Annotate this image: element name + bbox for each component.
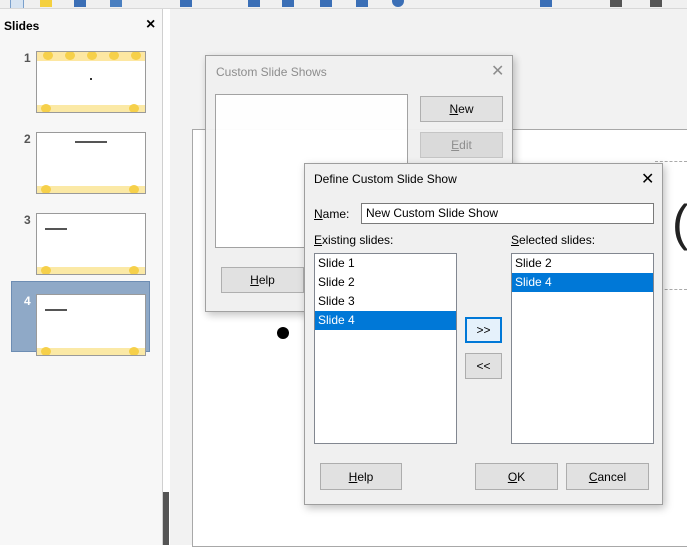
- honeycomb-border-top: [37, 52, 145, 61]
- shape-icon[interactable]: [356, 0, 368, 7]
- list-item[interactable]: Slide 4: [512, 273, 653, 292]
- ok-button[interactable]: OK: [475, 463, 558, 490]
- list-item[interactable]: Slide 3: [315, 292, 456, 311]
- circle-icon[interactable]: [392, 0, 404, 7]
- help-button[interactable]: Help: [221, 267, 304, 293]
- remove-slide-button[interactable]: <<: [465, 353, 502, 379]
- slides-pane-title: Slides: [4, 19, 40, 33]
- close-icon[interactable]: ✕: [491, 61, 504, 81]
- define-custom-slide-show-dialog: Define Custom Slide Show ✕ Name: New Cus…: [304, 163, 663, 505]
- honeycomb-border-bottom: [37, 104, 145, 112]
- slide-text-line: [45, 309, 67, 311]
- selected-slides-label: Selected slides:: [511, 233, 596, 247]
- paint-icon[interactable]: [40, 0, 52, 7]
- list-item[interactable]: Slide 2: [315, 273, 456, 292]
- table-icon[interactable]: [74, 0, 86, 7]
- more-icon[interactable]: [650, 0, 662, 7]
- existing-slides-label: Existing slides:: [314, 233, 394, 247]
- slide-thumbnail-2[interactable]: [36, 132, 146, 194]
- existing-slides-list[interactable]: Slide 1 Slide 2 Slide 3 Slide 4: [314, 253, 457, 444]
- slide-number-2: 2: [24, 132, 31, 146]
- curve-icon[interactable]: [282, 0, 294, 7]
- honeycomb-border-bottom: [37, 185, 145, 193]
- slide-number-3: 3: [24, 213, 31, 227]
- slide-title-line: [75, 141, 107, 143]
- slide-number-1: 1: [24, 51, 31, 65]
- star-icon[interactable]: [540, 0, 552, 7]
- dialog-title: Define Custom Slide Show: [314, 172, 457, 186]
- text-icon[interactable]: [610, 0, 622, 7]
- dialog-title: Custom Slide Shows: [216, 65, 327, 79]
- slide-thumbnail-3[interactable]: [36, 213, 146, 275]
- slide-title-glyph: (: [672, 195, 687, 251]
- pane-resize-handle[interactable]: [163, 492, 169, 545]
- chart-icon[interactable]: [110, 0, 122, 7]
- line-icon[interactable]: [180, 0, 192, 7]
- new-button[interactable]: New: [420, 96, 503, 122]
- name-label: Name:: [314, 207, 350, 221]
- bullet-icon: [277, 327, 289, 339]
- cancel-button[interactable]: Cancel: [566, 463, 649, 490]
- slide-text-line: [45, 228, 67, 230]
- slide-thumbnail-1[interactable]: [36, 51, 146, 113]
- connector-icon[interactable]: [320, 0, 332, 7]
- name-field[interactable]: New Custom Slide Show: [361, 203, 654, 224]
- slide-content-dot: [90, 78, 92, 80]
- close-icon[interactable]: ✕: [641, 169, 654, 189]
- close-icon[interactable]: ×: [146, 16, 155, 34]
- arrow-icon[interactable]: [248, 0, 260, 7]
- list-item[interactable]: Slide 4: [315, 311, 456, 330]
- edit-button[interactable]: Edit: [420, 132, 503, 158]
- toolbar: [0, 0, 687, 9]
- add-slide-button[interactable]: >>: [465, 317, 502, 343]
- placeholder-border: [655, 161, 687, 162]
- help-button[interactable]: Help: [320, 463, 402, 490]
- list-item[interactable]: Slide 2: [512, 254, 653, 273]
- slide-number-4: 4: [24, 294, 31, 308]
- select-icon[interactable]: [10, 0, 24, 8]
- honeycomb-border-bottom: [37, 347, 145, 355]
- honeycomb-border-bottom: [37, 266, 145, 274]
- slide-thumbnail-4[interactable]: [36, 294, 146, 356]
- list-item[interactable]: Slide 1: [315, 254, 456, 273]
- selected-slides-list[interactable]: Slide 2 Slide 4: [511, 253, 654, 444]
